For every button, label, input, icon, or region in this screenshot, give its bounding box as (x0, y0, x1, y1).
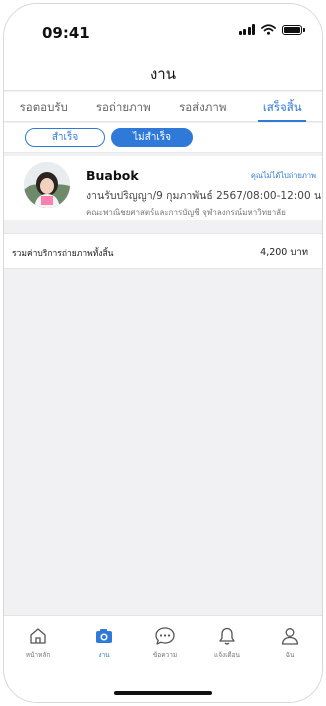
nav-profile-label: ฉัน (285, 651, 295, 659)
tab-awaiting-shoot[interactable]: รอถ่ายภาพ (84, 92, 164, 121)
total-amount: 4,200 บาท (260, 247, 308, 258)
photographer-name: Buabok (86, 168, 139, 183)
page-title: งาน (149, 65, 176, 83)
bell-icon (219, 627, 235, 645)
job-card[interactable]: Buabok คุณไม่ได้ไปถ่ายภาพ งานรับปริญญา/9… (4, 156, 322, 220)
status-bar: 09:41 (4, 4, 322, 54)
filter-failed-button[interactable]: ไม่สำเร็จ (111, 128, 193, 147)
tab-awaiting-delivery[interactable]: รอส่งภาพ (163, 92, 243, 121)
status-tabs: รอตอบรับ รอถ่ายภาพ รอส่งภาพ เสร็จสิ้น (4, 92, 322, 122)
nav-jobs-label: งาน (98, 651, 110, 659)
nav-home-label: หน้าหลัก (25, 651, 51, 659)
nav-profile[interactable]: ฉัน (260, 626, 320, 660)
nav-notifications[interactable]: แจ้งเตือน (197, 626, 257, 660)
filter-success-button[interactable]: สำเร็จ (25, 128, 105, 147)
battery-icon (282, 24, 305, 35)
job-description: งานรับปริญญา/9 กุมภาพันธ์ 2567/08:00-12:… (86, 190, 323, 202)
status-time: 09:41 (42, 24, 90, 42)
wifi-icon (261, 24, 276, 35)
tab-completed[interactable]: เสร็จสิ้น (243, 92, 323, 121)
result-filter: สำเร็จ ไม่สำเร็จ (4, 123, 322, 153)
total-row: รวมค่าบริการถ่ายภาพทั้งสิ้น 4,200 บาท (4, 233, 322, 269)
bottom-nav: หน้าหลัก งาน ข้อความ แจ้งเตือน ฉัน (4, 615, 322, 702)
nav-jobs[interactable]: งาน (74, 626, 134, 660)
signal-icon (238, 24, 255, 35)
total-label: รวมค่าบริการถ่ายภาพทั้งสิ้น (12, 249, 114, 259)
phone-screen: 09:41 งาน รอตอบรับ รอถ่ายภาพ รอส่งภาพ เส… (3, 3, 323, 703)
status-note: คุณไม่ได้ไปถ่ายภาพ (250, 171, 316, 180)
tab-awaiting-acceptance[interactable]: รอตอบรับ (4, 92, 84, 121)
user-icon (281, 628, 299, 645)
nav-messages-label: ข้อความ (152, 651, 178, 659)
job-location: คณะพาณิชยศาสตร์และการบัญชี จุฬาลงกรณ์มหา… (86, 208, 286, 217)
nav-notifications-label: แจ้งเตือน (214, 651, 240, 659)
status-icons (238, 24, 305, 35)
nav-messages[interactable]: ข้อความ (135, 626, 195, 660)
chat-icon (155, 627, 175, 645)
camera-icon (96, 629, 112, 643)
avatar (24, 162, 70, 208)
nav-home[interactable]: หน้าหลัก (8, 626, 68, 660)
home-indicator[interactable] (114, 691, 212, 695)
home-icon (30, 628, 46, 644)
app-header: งาน (4, 54, 322, 91)
